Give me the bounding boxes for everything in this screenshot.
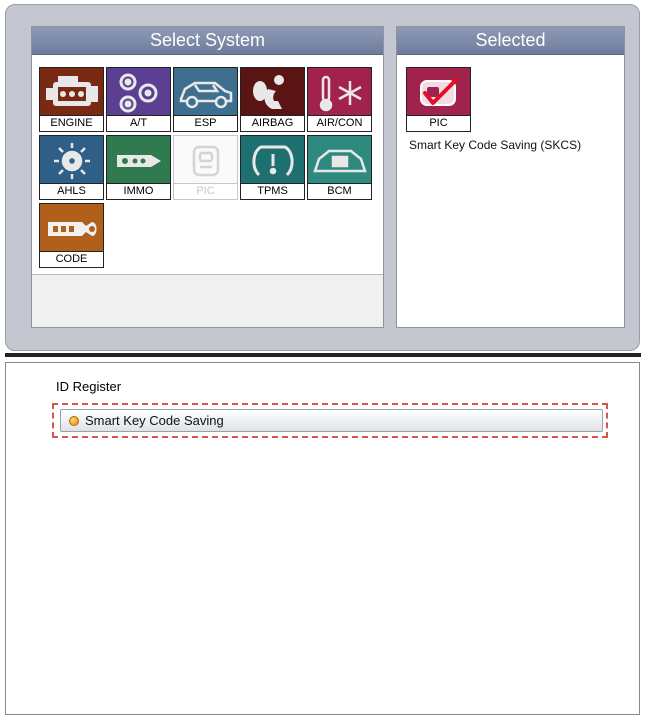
system-label: AHLS	[40, 183, 103, 199]
system-label: PIC	[174, 183, 237, 199]
system-label: CODE	[40, 251, 103, 267]
system-label: AIRBAG	[241, 115, 304, 131]
selected-panel: Selected PIC	[396, 26, 625, 328]
system-label: A/T	[107, 115, 170, 131]
headlamp-icon	[40, 136, 103, 185]
car-icon	[174, 68, 237, 117]
select-system-title: Select System	[32, 27, 383, 55]
system-tile-engine[interactable]: ENGINE	[39, 67, 104, 132]
airbag-icon	[241, 68, 304, 117]
system-label: ENGINE	[40, 115, 103, 131]
key-icon	[107, 136, 170, 185]
system-tile-ahls[interactable]: AHLS	[39, 135, 104, 200]
system-label: BCM	[308, 183, 371, 199]
system-tile-immo[interactable]: IMMO	[106, 135, 171, 200]
system-label: AIR/CON	[308, 115, 371, 131]
aircon-icon	[308, 68, 371, 117]
body-icon	[308, 136, 371, 185]
id-register-title: ID Register	[56, 379, 122, 394]
divider	[5, 353, 641, 357]
system-tile-aircon[interactable]: AIR/CON	[307, 67, 372, 132]
smart-key-code-saving-button[interactable]: Smart Key Code Saving	[60, 409, 603, 432]
smart-key-code-saving-label: Smart Key Code Saving	[85, 413, 224, 428]
selected-title: Selected	[397, 27, 624, 55]
select-system-panel: Select System ENGINE A/T ESP AIRBAG AIR/…	[31, 26, 384, 328]
selected-label: PIC	[407, 115, 470, 131]
system-tile-tpms[interactable]: TPMS	[240, 135, 305, 200]
bullet-icon	[69, 415, 79, 426]
system-tile-at[interactable]: A/T	[106, 67, 171, 132]
system-tile-pic[interactable]: PIC	[173, 135, 238, 200]
system-tile-esp[interactable]: ESP	[173, 67, 238, 132]
system-tile-code[interactable]: CODE	[39, 203, 104, 268]
system-tile-bcm[interactable]: BCM	[307, 135, 372, 200]
engine-icon	[40, 68, 103, 117]
system-label: ESP	[174, 115, 237, 131]
smartkey-icon	[174, 136, 237, 185]
selected-description: Smart Key Code Saving (SKCS)	[409, 138, 582, 152]
tire-icon	[241, 136, 304, 185]
system-tile-airbag[interactable]: AIRBAG	[240, 67, 305, 132]
gears-icon	[107, 68, 170, 117]
code-key-icon	[40, 204, 103, 253]
select-system-footer	[32, 274, 383, 327]
system-label: IMMO	[107, 183, 170, 199]
smartkey-check-icon	[407, 68, 470, 117]
selected-tile-pic[interactable]: PIC	[406, 67, 471, 132]
system-label: TPMS	[241, 183, 304, 199]
